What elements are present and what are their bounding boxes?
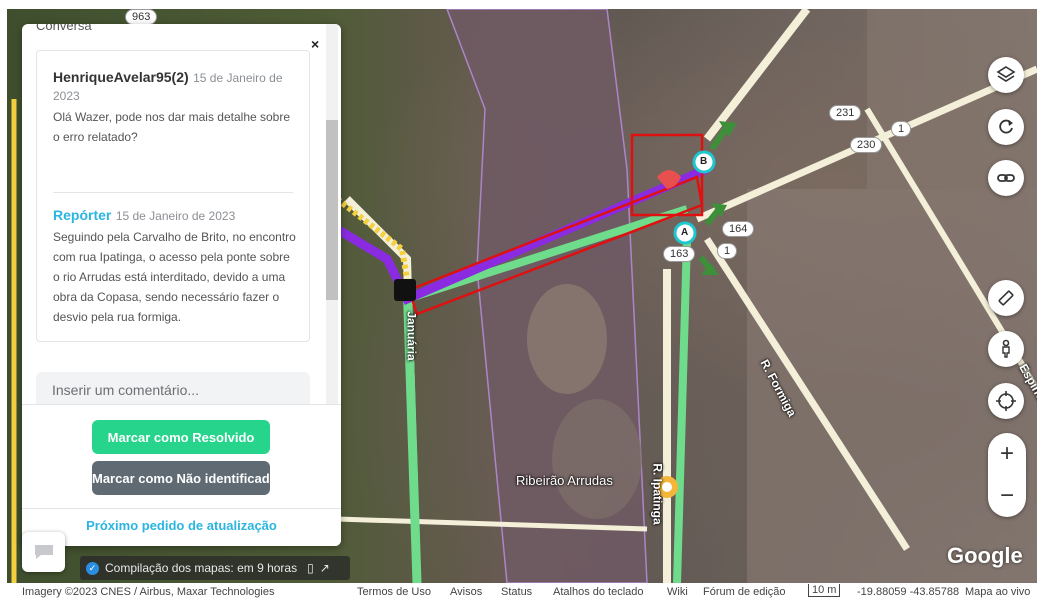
locate-button[interactable]: [988, 383, 1024, 419]
conversation-tab[interactable]: Conversa: [36, 24, 92, 33]
compile-status-text: Compilação dos mapas: em 9 horas: [105, 561, 298, 575]
permalink-button[interactable]: [988, 160, 1024, 196]
comment-text: Olá Wazer, pode nos dar mais detalhe sob…: [53, 110, 291, 144]
comment-input[interactable]: [36, 372, 310, 408]
actions-divider: [22, 508, 341, 509]
layers-icon: [996, 66, 1016, 82]
footer-link-status[interactable]: Status: [501, 586, 532, 598]
close-icon[interactable]: ×: [311, 36, 319, 52]
measure-button[interactable]: [988, 280, 1024, 316]
live-map-link[interactable]: Mapa ao vivo: [965, 586, 1030, 598]
comment-item: HenriqueAvelar95(2) 15 de Janeiro de 202…: [53, 69, 299, 147]
person-icon: [1002, 339, 1010, 358]
mark-resolved-button[interactable]: Marcar como Resolvido: [92, 420, 270, 454]
street-view-button[interactable]: [988, 331, 1024, 367]
map-coordinates: -19.88059 -43.85788: [857, 586, 960, 598]
layers-button[interactable]: [988, 57, 1024, 93]
footer-link-terms[interactable]: Termos de Uso: [357, 586, 431, 598]
mark-not-identified-button[interactable]: Marcar como Não identificado: [92, 461, 270, 495]
refresh-icon: [999, 119, 1013, 134]
road-label-januaria: Januária: [404, 311, 419, 361]
next-update-request-link[interactable]: Próximo pedido de atualização: [22, 518, 341, 533]
footer-link-forum[interactable]: Fórum de edição: [703, 586, 786, 598]
comment-date: 15 de Janeiro de 2023: [115, 209, 236, 223]
panel-actions: Marcar como Resolvido Marcar como Não id…: [22, 404, 341, 546]
map-compile-status: ✓ Compilação dos mapas: em 9 horas ▯ ↗: [80, 556, 350, 580]
imagery-credit: Imagery ©2023 CNES / Airbus, Maxar Techn…: [22, 586, 275, 598]
chat-button[interactable]: [22, 532, 65, 572]
node-label-b: B: [700, 156, 708, 167]
update-request-panel: Conversa × HenriqueAvelar95(2) 15 de Jan…: [22, 24, 341, 546]
segment-badge: 163: [663, 246, 696, 262]
segment-badge: 1: [891, 121, 912, 137]
comment-author: HenriqueAvelar95(2): [53, 69, 189, 85]
segment-badge: 230: [850, 137, 883, 153]
segment-badge: 164: [722, 221, 755, 237]
footer-link-wiki[interactable]: Wiki: [667, 586, 688, 598]
zoom-out-button[interactable]: −: [988, 477, 1026, 515]
segment-badge: 963: [125, 9, 158, 25]
conversation-thread: HenriqueAvelar95(2) 15 de Janeiro de 202…: [36, 50, 310, 342]
footer-link-shortcuts[interactable]: Atalhos do teclado: [553, 586, 644, 598]
footer-link-notices[interactable]: Avisos: [450, 586, 482, 598]
footer-bar: Imagery ©2023 CNES / Airbus, Maxar Techn…: [0, 583, 1037, 605]
segment-badge: 231: [829, 105, 862, 121]
comment-author: Repórter: [53, 207, 112, 223]
phone-icon[interactable]: ▯: [307, 561, 314, 575]
scrollbar-thumb[interactable]: [326, 120, 338, 300]
zoom-in-button[interactable]: +: [988, 435, 1026, 473]
comment-text: Seguindo pela Carvalho de Brito, no enco…: [53, 230, 296, 324]
link-icon: [997, 174, 1015, 182]
comment-divider: [53, 192, 293, 193]
external-link-icon[interactable]: ↗: [320, 561, 330, 575]
river-label: Ribeirão Arrudas: [516, 473, 613, 488]
segment-badge: 1: [717, 243, 738, 259]
ruler-icon: [998, 290, 1014, 306]
comment-item: Repórter 15 de Janeiro de 2023 Seguindo …: [53, 207, 299, 327]
chat-icon: [34, 545, 53, 559]
zoom-control: + −: [988, 433, 1026, 517]
crosshair-icon: [996, 391, 1016, 411]
check-icon: ✓: [86, 561, 99, 575]
refresh-button[interactable]: [988, 109, 1024, 145]
road-label-ipatinga: R. Ipatinga: [650, 463, 665, 525]
google-logo: Google: [947, 543, 1023, 568]
node-label-a: A: [681, 227, 689, 238]
map-scale: 10 m: [808, 584, 841, 597]
